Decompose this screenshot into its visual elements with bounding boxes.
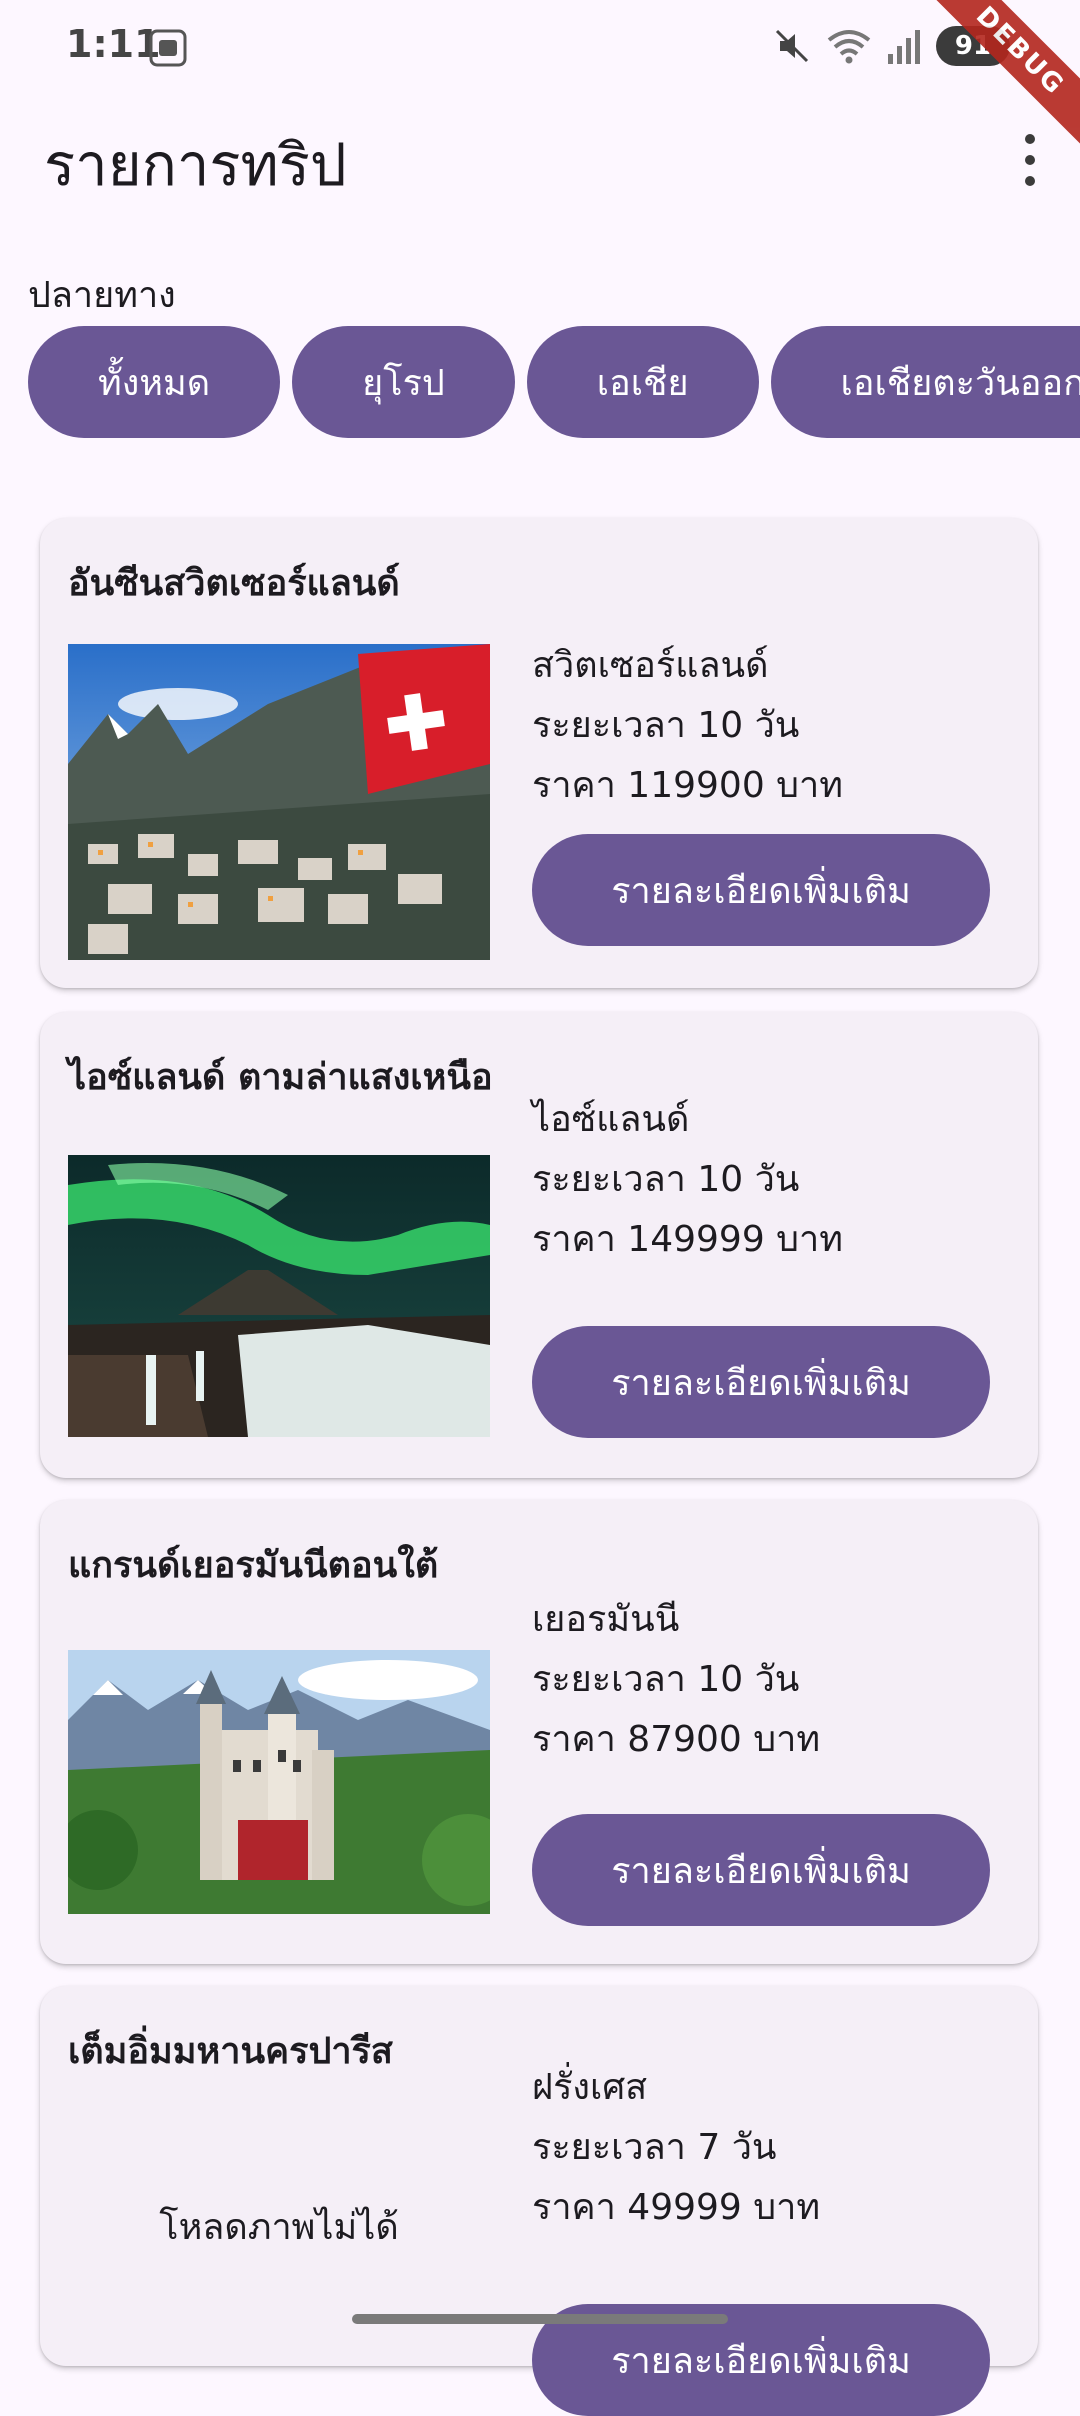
trip-title: แกรนด์เยอรมันนีตอนใต้ bbox=[68, 1545, 439, 1586]
trip-card: แกรนด์เยอรมันนีตอนใต้ เยอรมันนี ระยะเวลา… bbox=[40, 1500, 1038, 1964]
wifi-icon bbox=[827, 30, 871, 64]
trip-duration: ระยะเวลา 7 วัน bbox=[532, 2127, 777, 2168]
trip-card: เต็มอิ่มมหานครปารีส โหลดภาพไม่ได้ ฝรั่งเ… bbox=[40, 1986, 1038, 2416]
status-time: 1:11 bbox=[66, 22, 161, 66]
trip-info: ไอซ์แลนด์ ระยะเวลา 10 วัน ราคา 149999 บา… bbox=[532, 1090, 843, 1270]
trip-price: ราคา 49999 บาท bbox=[532, 2187, 821, 2228]
gesture-nav-handle[interactable] bbox=[352, 2314, 728, 2324]
filter-label: ปลายทาง bbox=[28, 275, 176, 316]
trip-card: อันซีนสวิตเซอร์แลนด์ สวิตเซอร์แลนด์ ระยะ… bbox=[40, 518, 1038, 988]
destination-chips: ทั้งหมด ยุโรป เอเชีย เอเชียตะวันออก bbox=[28, 326, 1080, 440]
trip-title: เต็มอิ่มมหานครปารีส bbox=[68, 2031, 393, 2072]
trip-duration: ระยะเวลา 10 วัน bbox=[532, 1659, 800, 1700]
trip-duration: ระยะเวลา 10 วัน bbox=[532, 705, 800, 746]
trip-country: เยอรมันนี bbox=[532, 1599, 680, 1640]
trip-country: สวิตเซอร์แลนด์ bbox=[532, 645, 769, 686]
trip-image-iceland bbox=[68, 1155, 490, 1437]
signal-icon bbox=[888, 30, 920, 64]
app-bar: รายการทริป bbox=[0, 100, 1080, 220]
trip-info: ฝรั่งเศส ระยะเวลา 7 วัน ราคา 49999 บาท bbox=[532, 2058, 820, 2238]
screenshot-icon bbox=[149, 29, 187, 67]
chip-east-asia[interactable]: เอเชียตะวันออก bbox=[770, 326, 1080, 438]
trip-price: ราคา 87900 บาท bbox=[532, 1719, 821, 1760]
trip-title: อันซีนสวิตเซอร์แลนด์ bbox=[68, 563, 400, 604]
trip-country: ฝรั่งเศส bbox=[532, 2067, 648, 2108]
more-options-icon[interactable] bbox=[1010, 128, 1050, 192]
details-button[interactable]: รายละเอียดเพิ่มเติม bbox=[532, 1326, 990, 1438]
status-bar: 1:11 91 DEBUG bbox=[0, 0, 1080, 160]
trip-price: ราคา 119900 บาท bbox=[532, 765, 843, 806]
chip-europe[interactable]: ยุโรป bbox=[292, 326, 515, 438]
details-button[interactable]: รายละเอียดเพิ่มเติม bbox=[532, 834, 990, 946]
page-title: รายการทริป bbox=[44, 131, 347, 199]
trip-info: เยอรมันนี ระยะเวลา 10 วัน ราคา 87900 บาท bbox=[532, 1590, 820, 1770]
trip-image-switzerland bbox=[68, 644, 490, 960]
trip-price: ราคา 149999 บาท bbox=[532, 1219, 843, 1260]
chip-all[interactable]: ทั้งหมด bbox=[28, 326, 281, 438]
trip-card: ไอซ์แลนด์ ตามล่าแสงเหนือ ไอซ์แลนด์ ระยะเ… bbox=[40, 1012, 1038, 1478]
trip-title: ไอซ์แลนด์ ตามล่าแสงเหนือ bbox=[68, 1057, 493, 1098]
image-error-message: โหลดภาพไม่ได้ bbox=[159, 2206, 399, 2248]
details-button[interactable]: รายละเอียดเพิ่มเติม bbox=[532, 1814, 990, 1926]
mute-icon bbox=[775, 29, 809, 63]
trip-duration: ระยะเวลา 10 วัน bbox=[532, 1159, 800, 1200]
trip-info: สวิตเซอร์แลนด์ ระยะเวลา 10 วัน ราคา 1199… bbox=[532, 636, 843, 816]
trip-image-germany bbox=[68, 1650, 490, 1914]
chip-asia[interactable]: เอเชีย bbox=[526, 326, 759, 438]
trip-country: ไอซ์แลนด์ bbox=[532, 1099, 690, 1140]
